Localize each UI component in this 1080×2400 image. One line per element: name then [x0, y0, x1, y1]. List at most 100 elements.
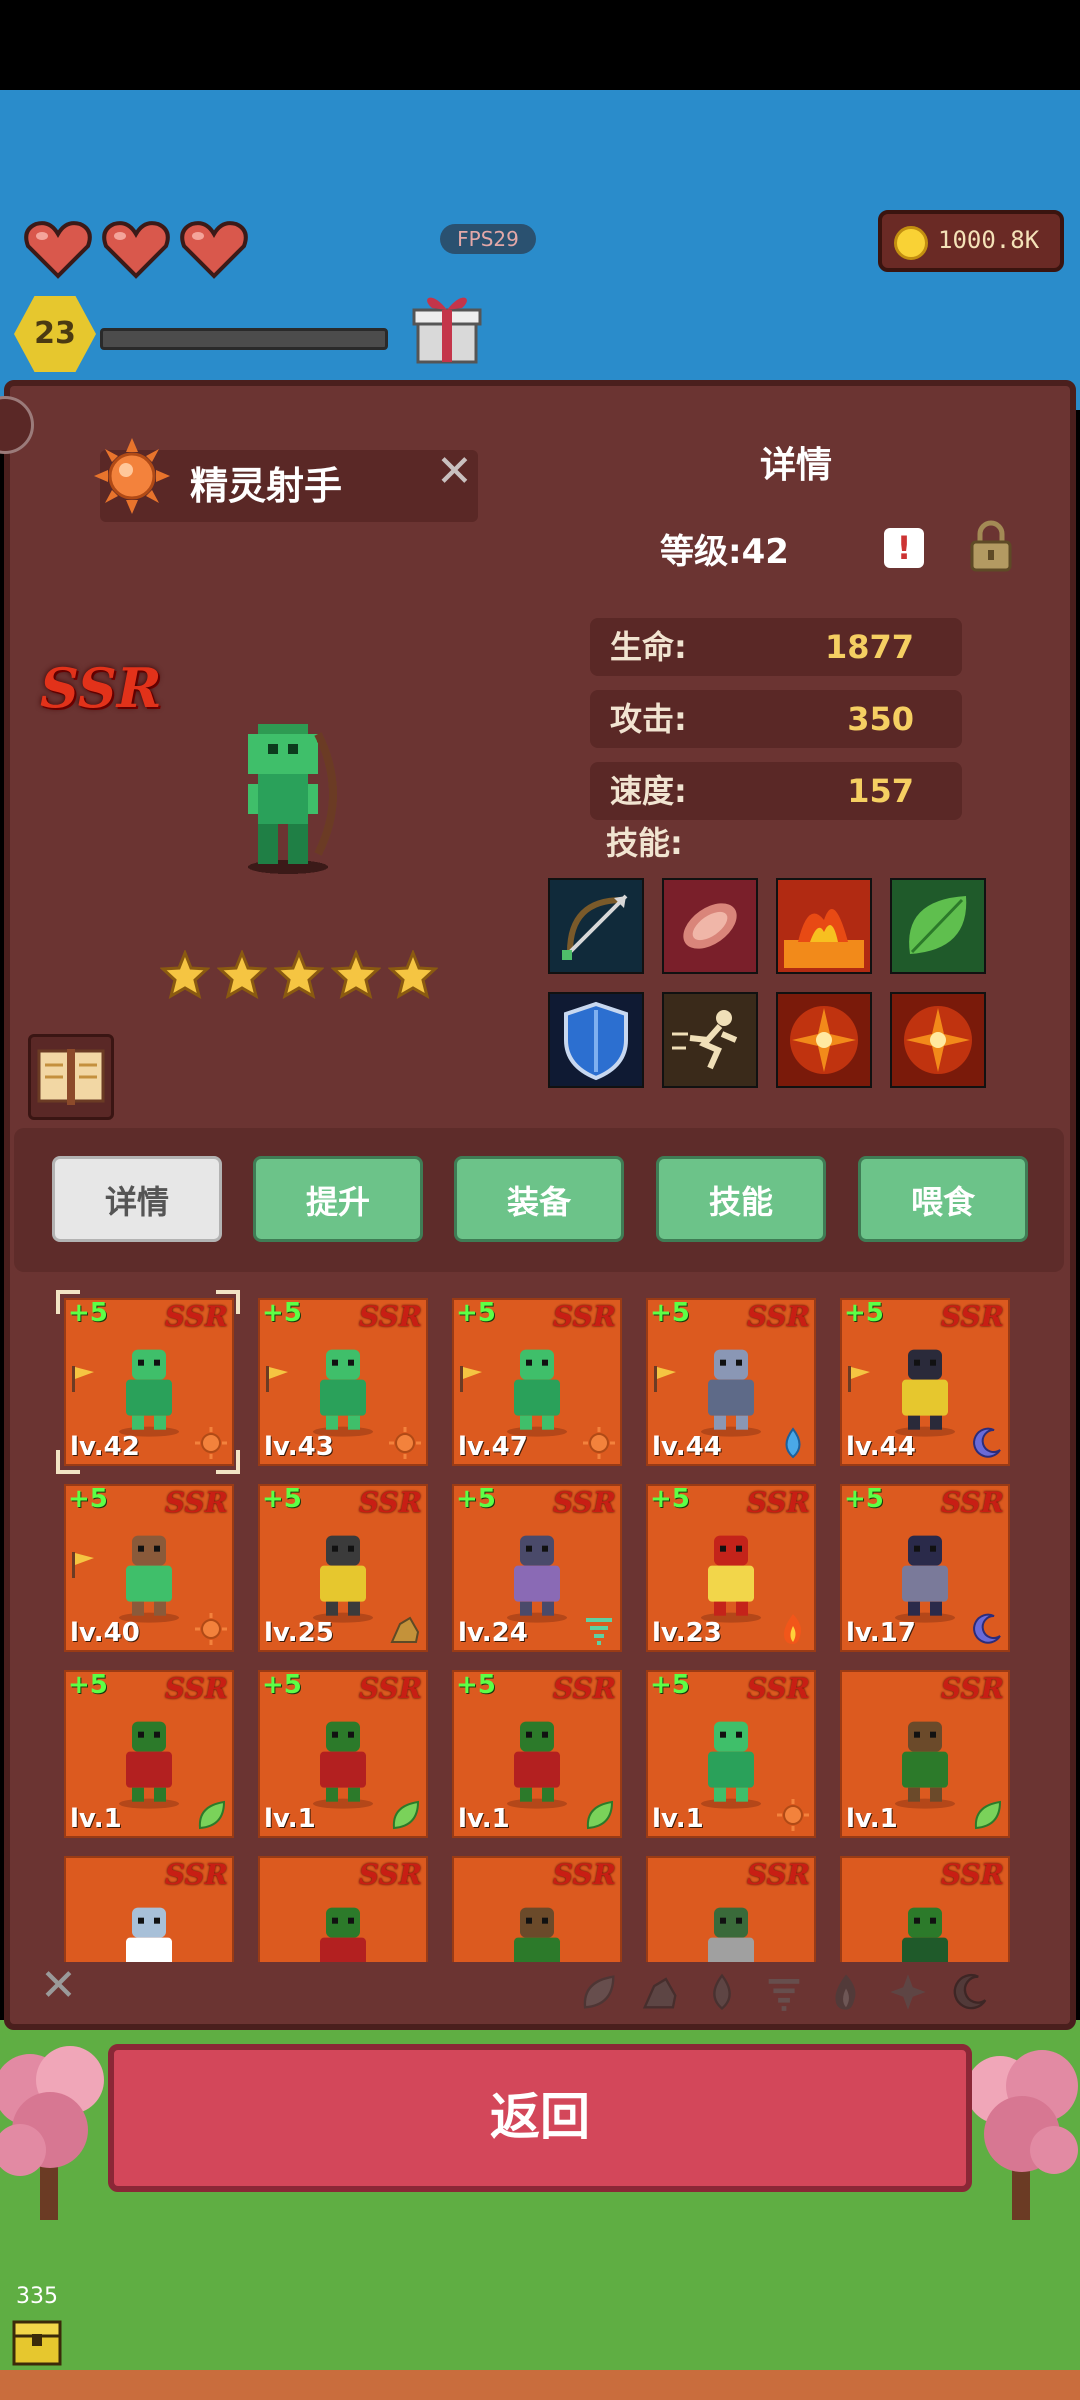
hero-card[interactable]: +5 SSR lv.1	[258, 1670, 428, 1838]
stat-hp: 生命: 1877	[590, 618, 962, 676]
card-level: lv.25	[264, 1618, 334, 1648]
hero-card[interactable]: +5 SSR lv.24	[452, 1484, 622, 1652]
orc-axe-sprite	[320, 1907, 366, 1964]
stat-speed: 速度: 157	[590, 762, 962, 820]
fire-icon[interactable]	[776, 878, 872, 974]
treant-sprite	[895, 1721, 955, 1809]
sun-element-icon	[195, 1613, 227, 1645]
tab-skills[interactable]: 技能	[656, 1156, 826, 1242]
bow-arrow-icon[interactable]	[548, 878, 644, 974]
card-level: lv.23	[652, 1618, 722, 1648]
flag-icon	[848, 1366, 870, 1392]
heart-icon	[24, 221, 92, 279]
green-archer-sprite	[313, 1349, 373, 1437]
stat-value: 1877	[824, 628, 914, 666]
hero-card[interactable]: +5 SSR lv.42	[64, 1298, 234, 1466]
burst-icon[interactable]	[890, 992, 986, 1088]
hero-name: 精灵射手	[190, 464, 343, 508]
hero-card[interactable]: SSR	[840, 1856, 1010, 1964]
hero-card[interactable]: +5 SSR lv.1	[452, 1670, 622, 1838]
sun-element-icon	[777, 1799, 809, 1831]
card-enhance-level: +5	[68, 1670, 108, 1700]
heart-icon	[180, 221, 248, 279]
tab-details[interactable]: 详情	[52, 1156, 222, 1242]
card-rarity: SSR	[358, 1486, 422, 1519]
stat-attack: 攻击: 350	[590, 690, 962, 748]
hero-card[interactable]: +5 SSR lv.40	[64, 1484, 234, 1652]
hero-card[interactable]: +5 SSR lv.44	[840, 1298, 1010, 1466]
leaf-icon[interactable]	[890, 878, 986, 974]
card-enhance-level: +5	[650, 1298, 690, 1328]
meat-icon[interactable]	[662, 878, 758, 974]
tree-right-icon	[966, 2050, 1078, 2220]
book-icon[interactable]	[28, 1034, 114, 1120]
card-enhance-level: +5	[262, 1484, 302, 1514]
earth-filter-icon[interactable]	[640, 1972, 680, 2012]
hero-card[interactable]: SSR	[64, 1856, 234, 1964]
burst-filter-icon[interactable]	[888, 1972, 928, 2012]
wind-filter-icon[interactable]	[764, 1972, 804, 2012]
orc-sword-sprite	[708, 1907, 754, 1964]
water-filter-icon[interactable]	[702, 1972, 742, 2012]
leaf-element-icon	[974, 1800, 1002, 1830]
card-level: lv.44	[846, 1432, 916, 1462]
card-level: lv.42	[70, 1432, 140, 1462]
burst-icon[interactable]	[776, 992, 872, 1088]
close-icon[interactable]: ✕	[40, 1960, 77, 2011]
open-book-icon	[37, 1049, 105, 1105]
lock-icon[interactable]	[968, 520, 1014, 572]
tab-equipment[interactable]: 装备	[454, 1156, 624, 1242]
hero-card[interactable]: SSR	[646, 1856, 816, 1964]
dash-icon[interactable]	[662, 992, 758, 1088]
sun-element-icon	[389, 1427, 421, 1459]
sun-element-icon	[94, 438, 170, 514]
star-icon	[331, 950, 381, 1000]
goblin-sprite	[902, 1907, 948, 1964]
elf-archer-sprite	[248, 724, 337, 874]
card-enhance-level: +5	[650, 1484, 690, 1514]
card-enhance-level: +5	[262, 1670, 302, 1700]
selection-corner	[56, 1450, 80, 1474]
hero-card[interactable]: +5 SSR lv.23	[646, 1484, 816, 1652]
tab-feed[interactable]: 喂食	[858, 1156, 1028, 1242]
centaur-sprite	[119, 1535, 179, 1623]
leaf-filter-icon[interactable]	[578, 1972, 618, 2012]
hero-card[interactable]: SSR	[452, 1856, 622, 1964]
moon-element-icon	[973, 1613, 1001, 1644]
alert-icon[interactable]: !	[884, 528, 924, 568]
card-rarity: SSR	[552, 1858, 616, 1891]
hero-card[interactable]: +5 SSR lv.1	[64, 1670, 234, 1838]
flag-icon	[460, 1366, 482, 1392]
card-enhance-level: +5	[456, 1298, 496, 1328]
green-archer-sprite	[119, 1349, 179, 1437]
flag-icon	[72, 1552, 94, 1578]
hero-card[interactable]: +5 SSR lv.1	[646, 1670, 816, 1838]
hero-card[interactable]: +5 SSR lv.44	[646, 1298, 816, 1466]
hero-card[interactable]: +5 SSR lv.43	[258, 1298, 428, 1466]
gift-icon[interactable]	[412, 288, 482, 364]
hero-card[interactable]: SSR lv.1	[840, 1670, 1010, 1838]
card-rarity: SSR	[940, 1672, 1004, 1705]
selection-corner	[216, 1290, 240, 1314]
card-rarity: SSR	[164, 1672, 228, 1705]
tab-upgrade[interactable]: 提升	[253, 1156, 423, 1242]
hero-card[interactable]: +5 SSR lv.25	[258, 1484, 428, 1652]
skills-label: 技能:	[606, 824, 683, 862]
moon-filter-icon[interactable]	[950, 1972, 990, 2012]
card-level: lv.1	[264, 1804, 316, 1834]
chest-icon[interactable]	[10, 2316, 64, 2366]
hero-card[interactable]: SSR	[258, 1856, 428, 1964]
coin-counter[interactable]: 1000.8K	[878, 210, 1064, 272]
coin-icon	[894, 226, 928, 260]
shield-icon[interactable]	[548, 992, 644, 1088]
earth-element-icon	[390, 1616, 420, 1643]
stat-label: 生命:	[610, 628, 687, 666]
hero-card[interactable]: +5 SSR lv.47	[452, 1298, 622, 1466]
moon-element-icon	[973, 1427, 1001, 1458]
fire-filter-icon[interactable]	[826, 1972, 866, 2012]
hero-card[interactable]: +5 SSR lv.17	[840, 1484, 1010, 1652]
tree-left-icon	[0, 2046, 104, 2220]
close-icon[interactable]: ✕	[436, 446, 473, 498]
return-button[interactable]: 返回	[108, 2044, 972, 2192]
card-rarity: SSR	[746, 1300, 810, 1333]
